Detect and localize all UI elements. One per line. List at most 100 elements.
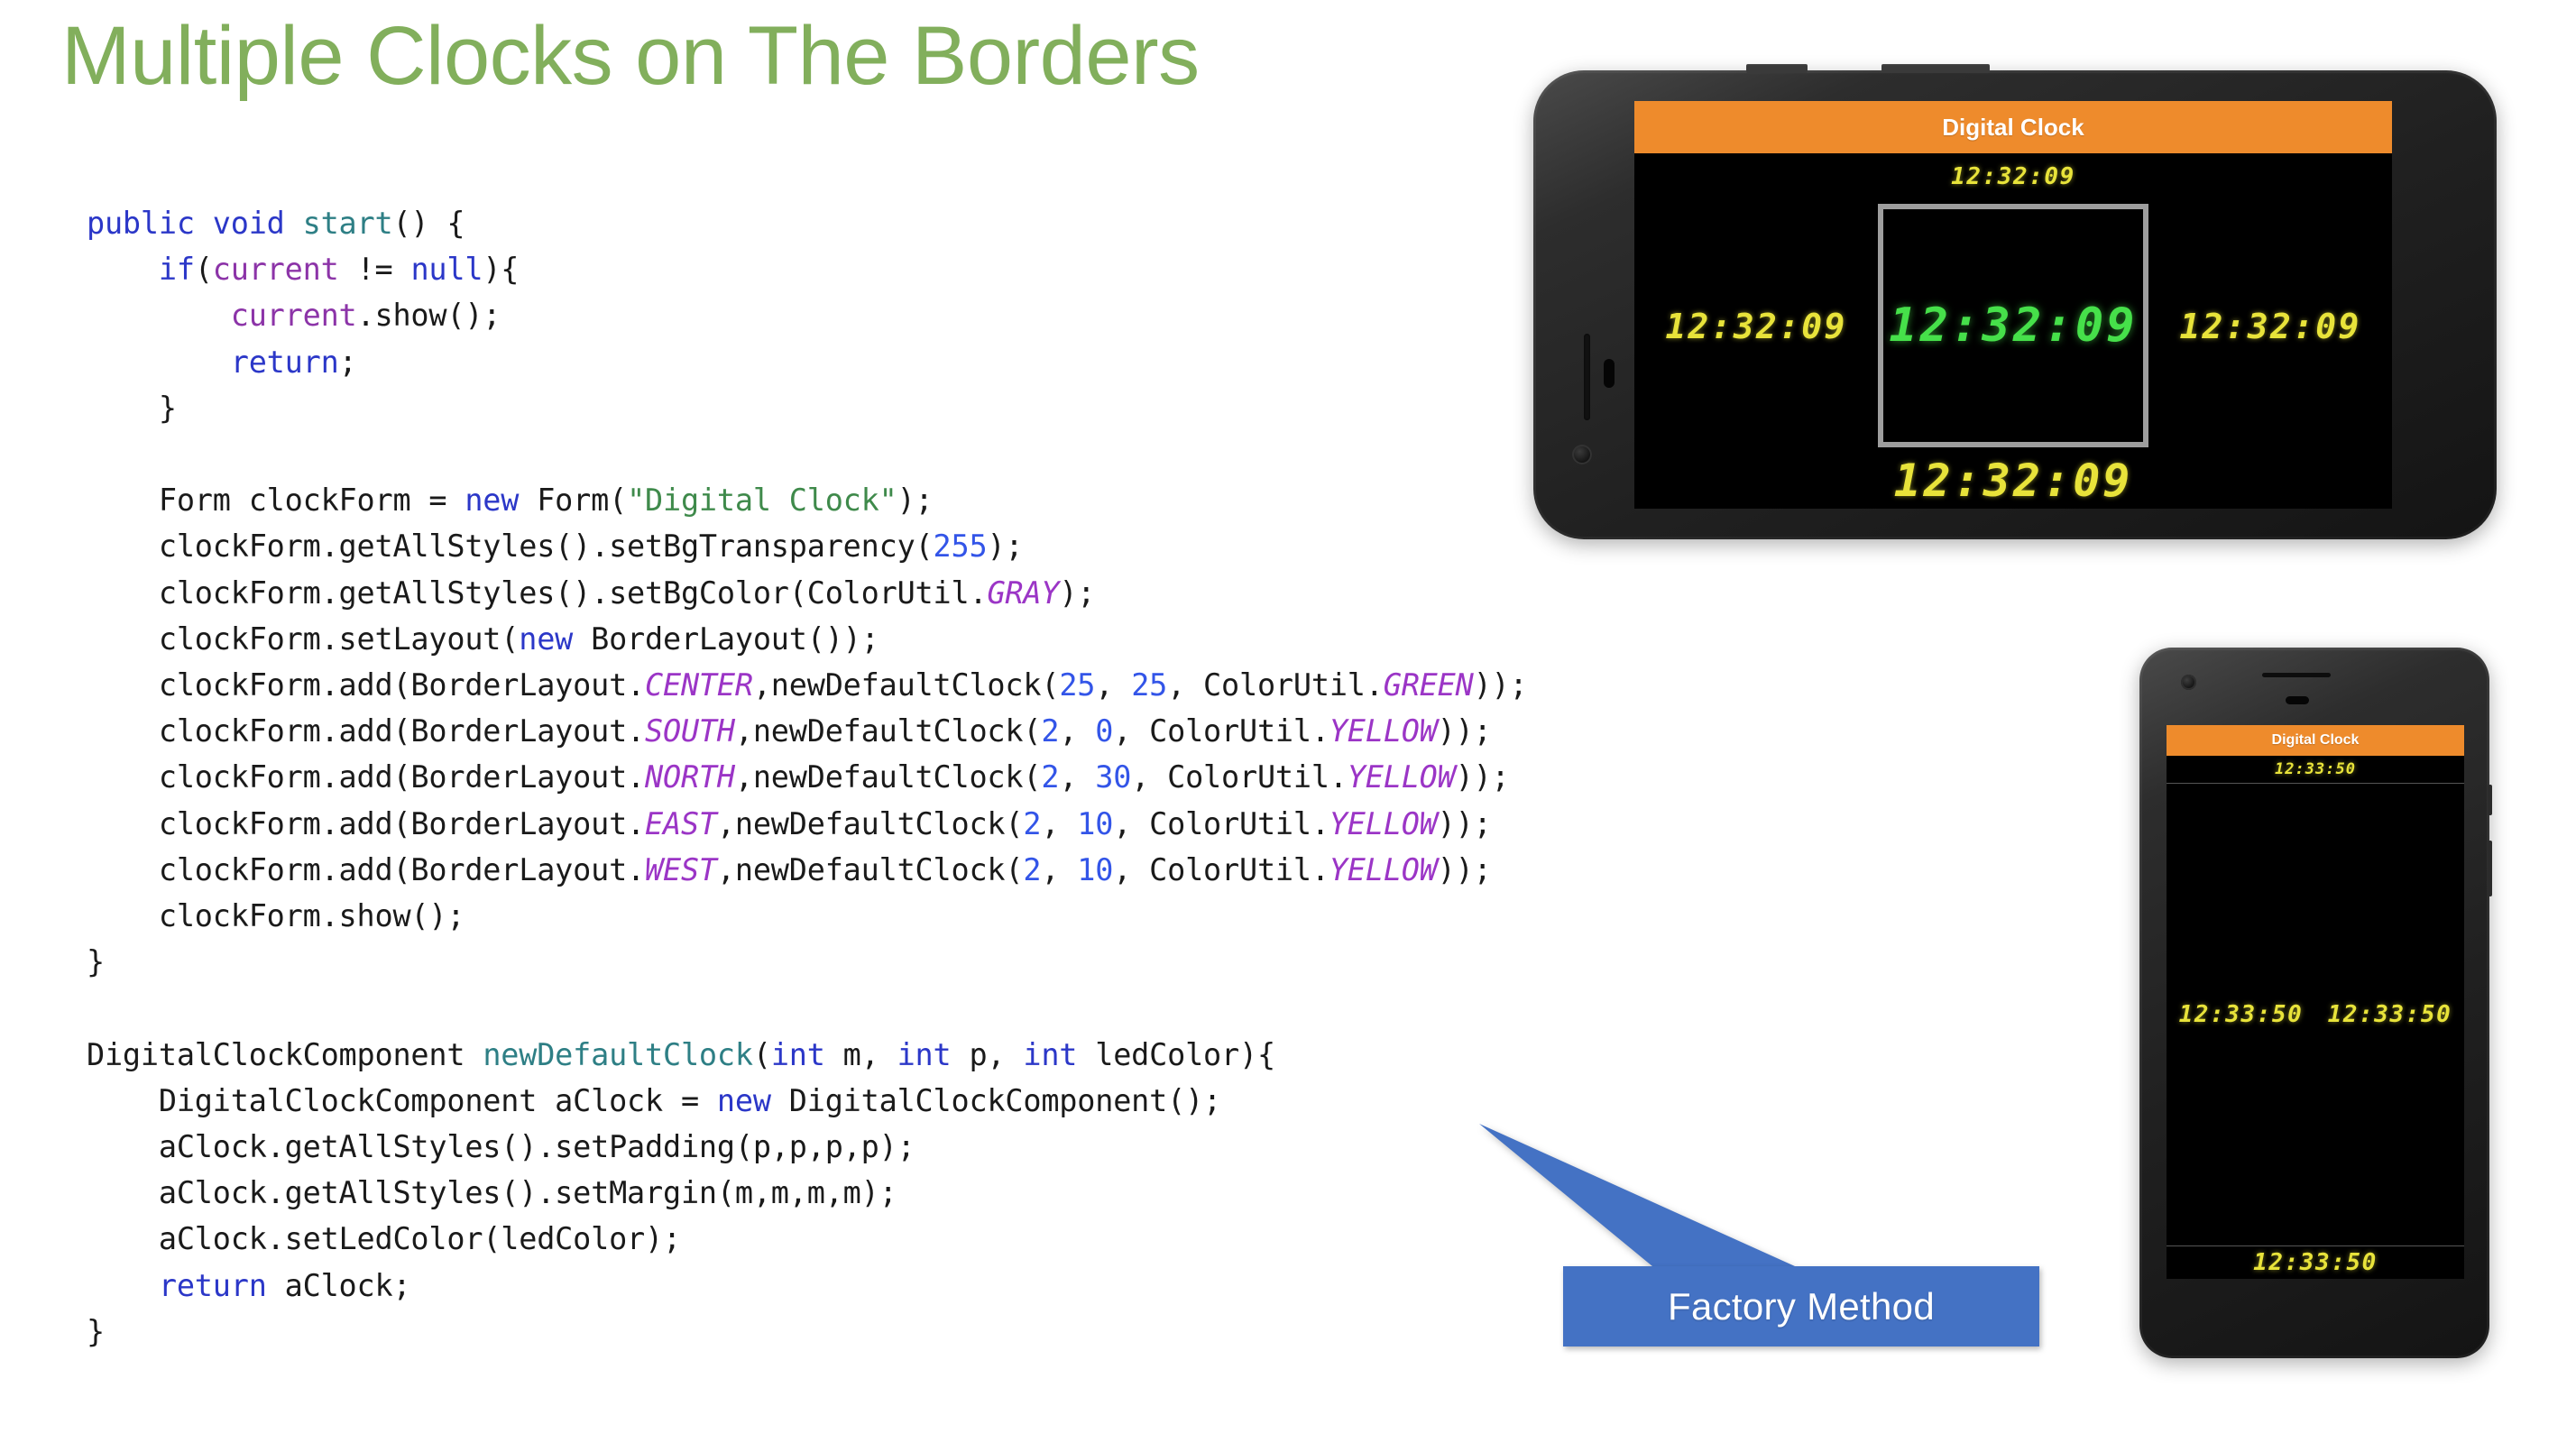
code-token: , [1041, 805, 1078, 841]
code-token: ( [194, 252, 213, 288]
clock-region-middle: 12:33:50 12:33:50 [2167, 783, 2464, 1245]
code-token: 30 [1095, 759, 1132, 795]
code-token: DigitalClockComponent [87, 1036, 483, 1072]
phone-screen-landscape: Digital Clock 12:32:09 12:32:09 12:32:09… [1634, 101, 2392, 509]
code-token: } [87, 944, 105, 980]
code-line: clockForm.getAllStyles().setBgTransparen… [87, 523, 1528, 569]
code-token: clockForm.add(BorderLayout. [87, 667, 646, 703]
earpiece-icon [2286, 696, 2309, 704]
code-block: public void start() { if(current != null… [87, 200, 1528, 1355]
code-token: if [158, 252, 195, 288]
code-token: Form clockForm = [87, 483, 465, 519]
clock-region-west: 12:32:09 [1634, 200, 1878, 453]
code-token: "Digital Clock" [627, 483, 897, 519]
code-token: clockForm.getAllStyles().setBgTransparen… [87, 528, 934, 565]
code-token: clockForm.add(BorderLayout. [87, 851, 646, 887]
code-token: return [230, 344, 339, 380]
code-token: 255 [933, 528, 988, 565]
volume-button-icon [1881, 64, 1990, 73]
earpiece-icon [1604, 359, 1615, 388]
code-token: 25 [1131, 667, 1168, 703]
callout-label: Factory Method [1668, 1284, 1935, 1328]
code-token: current [212, 252, 339, 288]
code-token: , [1095, 667, 1132, 703]
code-token: void [212, 206, 285, 241]
code-token: , ColorUtil. [1113, 805, 1329, 841]
code-token: int [770, 1036, 825, 1072]
code-token: != [338, 252, 411, 288]
code-line: DigitalClockComponent aClock = new Digit… [87, 1078, 1528, 1124]
code-token: aClock.setLedColor(ledColor); [87, 1221, 681, 1257]
code-token: 2 [1023, 851, 1042, 887]
code-token: () { [392, 206, 465, 241]
app-title-bar: Digital Clock [1634, 101, 2392, 153]
code-line: clockForm.add(BorderLayout.EAST,newDefau… [87, 801, 1528, 847]
code-token: )); [1437, 713, 1492, 749]
clock-region-east: 12:32:09 [2148, 200, 2392, 453]
code-token: ); [1059, 574, 1096, 611]
code-token: int [897, 1036, 952, 1072]
clock-region-east: 12:33:50 [2315, 784, 2464, 1245]
code-token: YELLOW [1329, 851, 1438, 887]
clock-center: 12:32:09 [1889, 299, 2138, 353]
code-token: , ColorUtil. [1167, 667, 1384, 703]
app-title-bar: Digital Clock [2167, 725, 2464, 756]
code-line: if(current != null){ [87, 246, 1528, 292]
clock-region-south: 12:33:50 [2167, 1245, 2464, 1279]
code-token: BorderLayout()); [573, 620, 879, 657]
code-token: return [158, 1267, 267, 1303]
clock-north: 12:33:50 [2274, 759, 2357, 778]
code-line: clockForm.setLayout(new BorderLayout()); [87, 616, 1528, 662]
code-line: clockForm.add(BorderLayout.CENTER,newDef… [87, 662, 1528, 708]
code-token: YELLOW [1329, 805, 1438, 841]
code-token: )); [1455, 759, 1510, 795]
code-token: new [716, 1082, 771, 1118]
code-line: aClock.getAllStyles().setMargin(m,m,m,m)… [87, 1170, 1528, 1216]
code-line: clockForm.add(BorderLayout.SOUTH,newDefa… [87, 708, 1528, 754]
code-token: int [1023, 1036, 1078, 1072]
clock-region-north: 12:33:50 [2167, 756, 2464, 783]
phone-mockup-portrait: Digital Clock 12:33:50 12:33:50 12:33:50… [2139, 648, 2492, 1358]
code-token: 25 [1059, 667, 1096, 703]
code-token: Form( [519, 483, 628, 519]
code-token: current [230, 298, 357, 334]
code-token: GRAY [987, 574, 1060, 611]
code-token: )); [1437, 805, 1492, 841]
clock-west: 12:33:50 [2178, 1001, 2304, 1028]
code-line: current.show(); [87, 292, 1528, 338]
factory-method-callout: Factory Method [1563, 1266, 2039, 1346]
volume-button-icon [2488, 841, 2492, 896]
code-token: ; [338, 344, 357, 380]
code-token: , ColorUtil. [1113, 713, 1329, 749]
code-token: WEST [645, 851, 717, 887]
code-line: clockForm.add(BorderLayout.NORTH,newDefa… [87, 754, 1528, 800]
code-line: Form clockForm = new Form("Digital Clock… [87, 477, 1528, 523]
code-token: newDefaultClock [483, 1036, 753, 1072]
code-token: aClock.getAllStyles().setPadding(p,p,p,p… [87, 1129, 915, 1165]
code-line: } [87, 939, 1528, 985]
code-line: clockForm.show(); [87, 893, 1528, 939]
code-token: } [87, 1313, 105, 1349]
code-token: EAST [645, 805, 717, 841]
code-token: 2 [1041, 759, 1060, 795]
code-token: CENTER [645, 667, 753, 703]
code-token: ){ [483, 252, 520, 288]
code-token: , [1041, 851, 1078, 887]
code-token: ledColor){ [1077, 1036, 1275, 1072]
clock-region-center: 12:32:09 [1878, 204, 2148, 447]
clock-north: 12:32:09 [1951, 163, 2075, 190]
code-token: , [1059, 713, 1096, 749]
front-camera-icon [2181, 675, 2196, 690]
code-token: ); [897, 483, 934, 519]
code-token: ,newDefaultClock( [752, 667, 1060, 703]
code-token: clockForm.setLayout( [87, 620, 520, 657]
code-token: clockForm.add(BorderLayout. [87, 805, 646, 841]
code-token: clockForm.add(BorderLayout. [87, 759, 646, 795]
code-line: clockForm.add(BorderLayout.WEST,newDefau… [87, 847, 1528, 893]
code-token: aClock; [266, 1267, 411, 1303]
code-token: aClock.getAllStyles().setMargin(m,m,m,m)… [87, 1175, 897, 1211]
code-token: ( [752, 1036, 771, 1072]
code-token: ,newDefaultClock( [716, 805, 1024, 841]
code-token: } [87, 390, 177, 426]
